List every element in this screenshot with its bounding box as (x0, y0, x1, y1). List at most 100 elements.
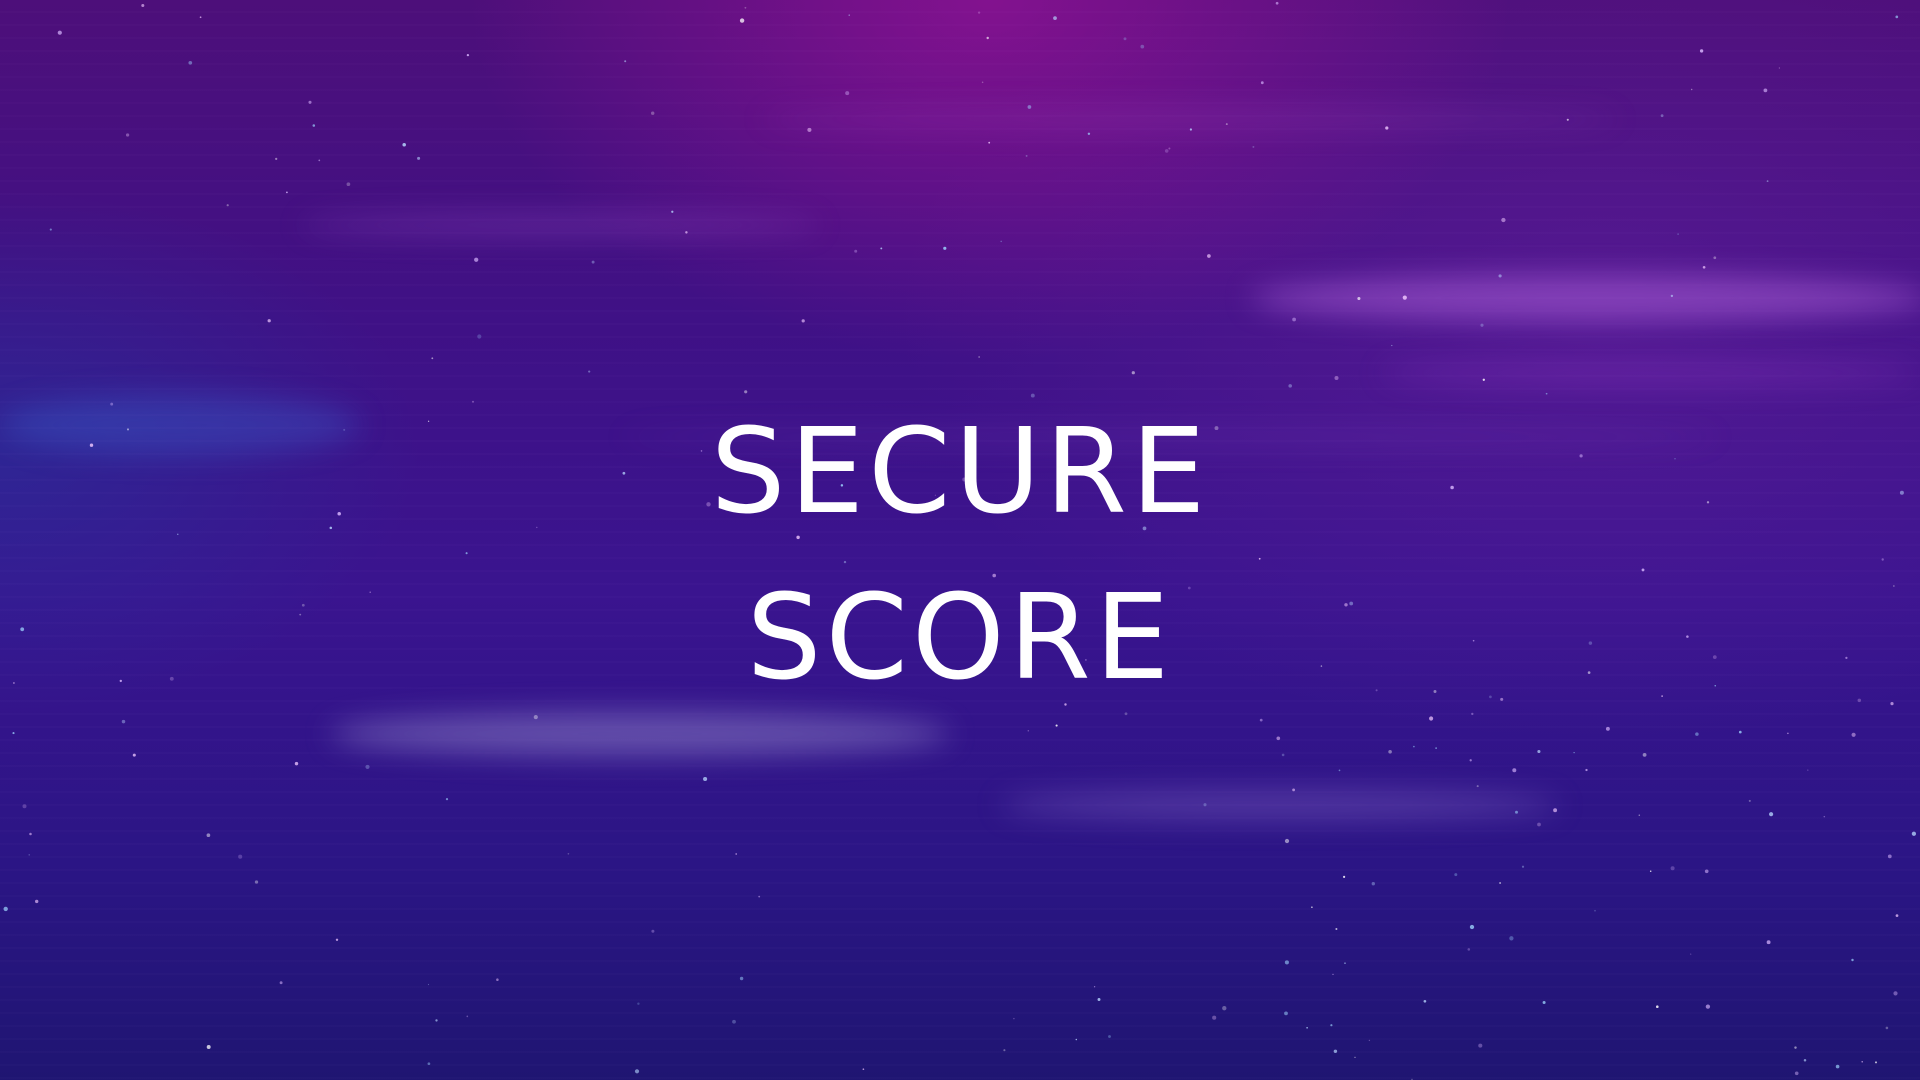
particle-dot (1476, 785, 1479, 788)
particle-dot (943, 246, 947, 250)
particle-dot (1131, 371, 1135, 375)
slide-title: SECURE SCORE (0, 388, 1920, 720)
particle-dot (1413, 745, 1415, 748)
particle-dot (365, 764, 370, 769)
particle-dot (1334, 375, 1339, 381)
particle-dot (1284, 960, 1289, 965)
particle-dot (1275, 1, 1279, 5)
particle-dot (121, 719, 126, 724)
particle-dot (141, 3, 145, 8)
particle-dot (132, 753, 136, 757)
particle-dot (312, 124, 316, 127)
particle-dot (1140, 44, 1145, 49)
particle-dot (267, 319, 271, 323)
particle-dot (1225, 123, 1228, 126)
particle-dot (1108, 1035, 1111, 1038)
particle-dot (1851, 958, 1854, 962)
particle-dot (1605, 726, 1610, 731)
particle-dot (1713, 256, 1717, 260)
particle-dot (978, 356, 980, 358)
particle-dot (1704, 869, 1709, 874)
particle-dot (477, 334, 482, 339)
particle-dot (431, 357, 434, 360)
particle-dot (1469, 924, 1475, 930)
particle-dot (807, 127, 812, 132)
title-line-2: SCORE (746, 568, 1174, 706)
particle-dot (1835, 1064, 1840, 1069)
particle-dot (254, 880, 259, 884)
particle-dot (1284, 838, 1290, 844)
particle-dot (1478, 1043, 1483, 1048)
particle-dot (1332, 973, 1334, 976)
particle-dot (1769, 812, 1774, 817)
particle-dot (567, 852, 570, 855)
particle-dot (1003, 1049, 1006, 1052)
particle-dot (308, 100, 312, 104)
particle-dot (1212, 1015, 1217, 1020)
particle-dot (1252, 145, 1255, 148)
particle-dot (1638, 814, 1641, 816)
particle-dot (1482, 378, 1485, 381)
particle-dot (1542, 1000, 1546, 1005)
particle-dot (1649, 870, 1652, 872)
particle-dot (1284, 1011, 1288, 1016)
particle-dot (1013, 1017, 1015, 1020)
particle-dot (466, 1015, 469, 1018)
particle-dot (1656, 1005, 1659, 1008)
particle-dot (35, 899, 39, 904)
particle-dot (1388, 750, 1392, 754)
particle-dot (1702, 265, 1706, 269)
particle-dot (1260, 81, 1264, 85)
particle-dot (1368, 1039, 1371, 1042)
particle-dot (294, 761, 299, 766)
particle-dot (1435, 747, 1437, 749)
particle-dot (1371, 882, 1375, 886)
particle-dot (1075, 1038, 1078, 1041)
particle-dot (1027, 730, 1030, 732)
particle-dot (3, 906, 8, 912)
particle-dot (1025, 154, 1028, 157)
particle-dot (1469, 759, 1472, 762)
particle-dot (981, 81, 984, 84)
particle-dot (335, 938, 339, 941)
particle-dot (1521, 865, 1525, 868)
particle-dot (1748, 799, 1751, 802)
particle-dot (238, 854, 243, 859)
particle-dot (1807, 769, 1809, 771)
particle-dot (801, 319, 805, 323)
particle-dot (1276, 736, 1281, 741)
particle-dot (1895, 914, 1899, 917)
particle-dot (862, 1068, 865, 1071)
particle-dot (1594, 909, 1596, 912)
particle-dot (1281, 753, 1285, 757)
particle-dot (1763, 88, 1768, 93)
particle-dot (1207, 254, 1211, 258)
particle-dot (22, 804, 27, 809)
particle-dot (1203, 803, 1207, 807)
particle-dot (1330, 1024, 1333, 1027)
particle-dot (435, 1019, 438, 1022)
particle-dot (1423, 999, 1427, 1003)
particle-dot (474, 257, 479, 262)
particle-dot (588, 370, 591, 373)
particle-dot (125, 133, 130, 137)
particle-dot (637, 1002, 640, 1005)
particle-dot (1306, 1027, 1308, 1029)
particle-dot (1823, 815, 1826, 818)
particle-dot (685, 231, 688, 234)
particle-dot (1498, 274, 1502, 278)
particle-dot (651, 929, 655, 933)
particle-dot (1501, 217, 1506, 223)
particle-dot (735, 853, 738, 855)
particle-dot (1189, 128, 1192, 131)
particle-dot (1874, 1061, 1878, 1064)
particle-dot (1887, 854, 1892, 859)
particle-dot (1333, 1049, 1338, 1054)
particle-dot (758, 895, 761, 898)
particle-dot (1553, 808, 1558, 813)
particle-dot (732, 1019, 736, 1024)
particle-dot (318, 159, 321, 162)
particle-dot (848, 14, 850, 16)
particle-dot (1311, 906, 1313, 908)
particle-dot (1766, 180, 1769, 183)
